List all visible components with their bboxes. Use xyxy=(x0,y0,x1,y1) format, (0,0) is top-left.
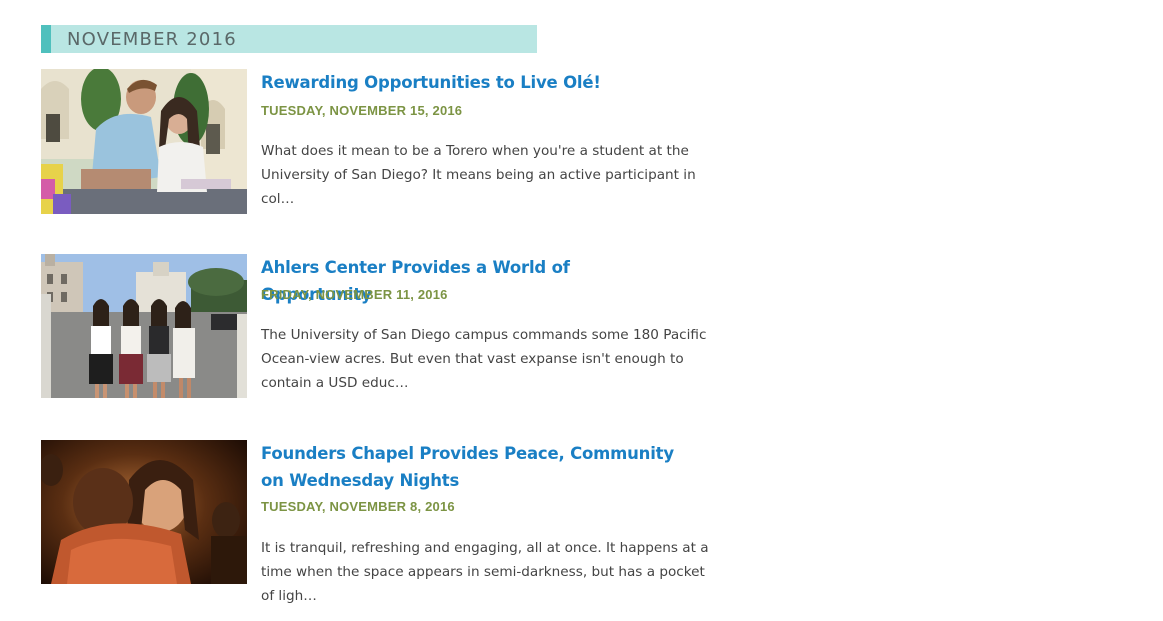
month-section-header: NOVEMBER 2016 xyxy=(41,25,537,53)
month-label: NOVEMBER 2016 xyxy=(67,29,237,50)
article-item: Rewarding Opportunities to Live Olé! TUE… xyxy=(41,69,721,219)
article-thumbnail[interactable] xyxy=(41,254,247,398)
article-date: TUESDAY, NOVEMBER 8, 2016 xyxy=(261,499,455,514)
header-accent-bar xyxy=(41,25,51,53)
students-courtyard-photo xyxy=(41,69,247,214)
article-date: FRIDAY, NOVEMBER 11, 2016 xyxy=(261,287,448,302)
article-excerpt: It is tranquil, refreshing and engaging,… xyxy=(261,540,709,604)
article-thumbnail[interactable] xyxy=(41,440,247,584)
article-thumbnail[interactable] xyxy=(41,69,247,214)
students-abroad-plaza-photo xyxy=(41,254,247,398)
article-excerpt: The University of San Diego campus comma… xyxy=(261,327,707,391)
article-date: TUESDAY, NOVEMBER 15, 2016 xyxy=(261,103,463,118)
article-excerpt: What does it mean to be a Torero when yo… xyxy=(261,143,696,207)
chapel-embrace-photo xyxy=(41,440,247,584)
article-item: Founders Chapel Provides Peace, Communit… xyxy=(41,440,721,604)
article-item: Ahlers Center Provides a World of Opport… xyxy=(41,254,721,404)
article-title-link[interactable]: Rewarding Opportunities to Live Olé! xyxy=(261,69,681,96)
article-title-link[interactable]: Founders Chapel Provides Peace, Communit… xyxy=(261,440,681,494)
